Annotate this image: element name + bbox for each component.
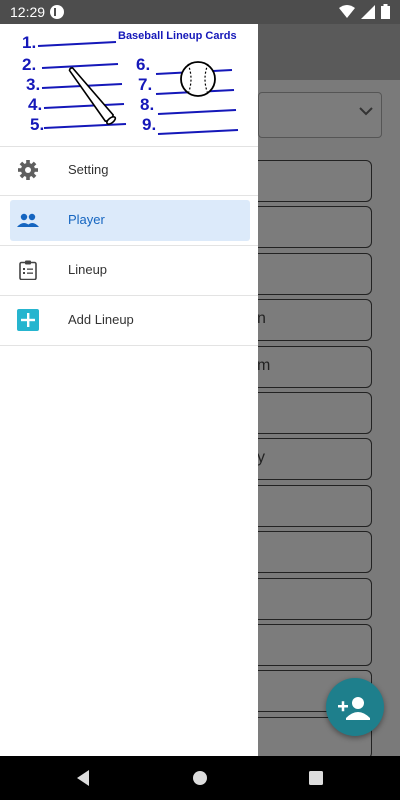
menu-label-add-lineup: Add Lineup (68, 312, 134, 327)
background-row-text: y (257, 449, 265, 467)
status-bar: 12:29 (0, 0, 400, 24)
background-row-text: n (257, 310, 266, 328)
system-navigation-bar (0, 756, 400, 800)
lineup-number-4: 4. (28, 95, 42, 114)
baseball-lineup-logo: 1. 2.3.4.5. 6.7.8.9. (22, 33, 239, 135)
battery-icon (381, 4, 390, 19)
lineup-number-5: 5. (30, 115, 44, 134)
menu-item-setting[interactable]: Setting (0, 146, 258, 196)
drawer-header: 1. 2. 3. 4. 5. 6. 7. 8. 9. Baseball Lineup Cards (0, 24, 258, 147)
background-row-text: m (257, 356, 271, 374)
wifi-icon (339, 4, 355, 18)
lineup-number-8: 8. (140, 95, 154, 114)
lineup-number-3: 3. (26, 75, 40, 94)
person-add-icon (338, 697, 370, 720)
status-time: 12:29 (10, 4, 46, 20)
background-lineup-select (258, 92, 382, 138)
header-title: Baseball Lineup Cards (118, 30, 237, 42)
menu-item-lineup[interactable]: Lineup (0, 246, 258, 296)
menu-label-setting: Setting (68, 162, 109, 177)
active-highlight: Player (10, 200, 250, 241)
navigation-drawer: 1. 2. 3. 4. 5. 6. 7. 8. 9. Baseball Lineup Cards (0, 24, 258, 756)
menu-label-lineup: Lineup (68, 262, 108, 277)
clipboard-icon (16, 258, 40, 282)
home-icon[interactable] (190, 768, 210, 788)
menu-item-add-lineup[interactable]: Add Lineup (0, 296, 258, 346)
back-icon[interactable] (74, 768, 94, 788)
lineup-number-2: 2. (22, 55, 36, 74)
gear-icon (16, 158, 40, 182)
add-box-icon (16, 308, 40, 332)
signal-icon (361, 4, 375, 19)
menu-label-player: Player (68, 212, 105, 227)
lineup-number-1: 1. (22, 33, 36, 52)
menu-item-player[interactable]: Player (0, 196, 258, 246)
lineup-number-9: 9. (142, 115, 156, 134)
app-notification-icon (50, 5, 64, 19)
add-player-button (326, 678, 384, 736)
lineup-number-6: 6. (136, 55, 150, 74)
recents-icon[interactable] (306, 768, 326, 788)
chevron-down-icon (359, 107, 373, 116)
drawer-menu: Setting Player Lineup Add Lineup (0, 146, 258, 346)
people-icon (16, 209, 40, 233)
lineup-number-7: 7. (138, 75, 152, 94)
